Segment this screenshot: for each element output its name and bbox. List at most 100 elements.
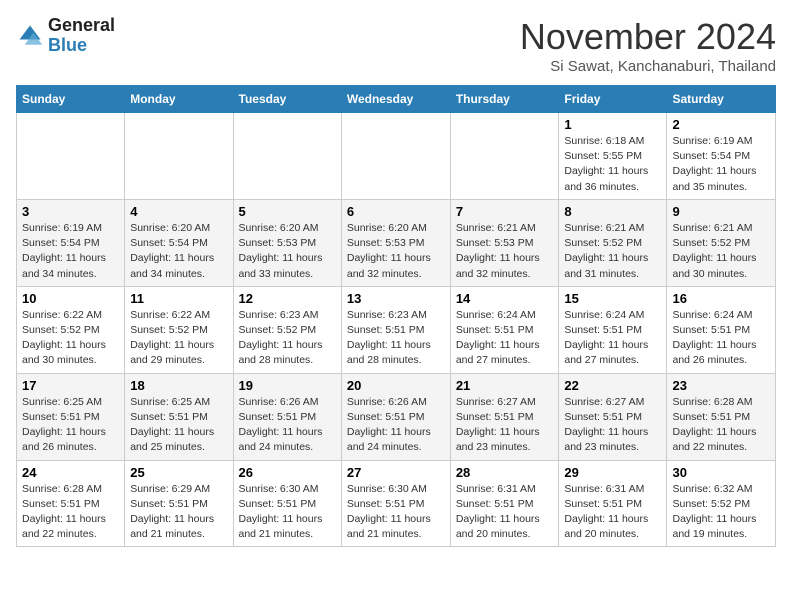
day-detail: Sunrise: 6:30 AM Sunset: 5:51 PM Dayligh…	[347, 482, 445, 543]
location: Si Sawat, Kanchanaburi, Thailand	[520, 58, 776, 75]
day-cell: 1 Sunrise: 6:18 AM Sunset: 5:55 PM Daylig…	[559, 113, 667, 200]
day-detail: Sunrise: 6:25 AM Sunset: 5:51 PM Dayligh…	[130, 395, 227, 456]
day-cell: 19 Sunrise: 6:26 AM Sunset: 5:51 PM Dayli…	[233, 373, 341, 460]
day-cell: 18Sunrise: 6:25 AM Sunset: 5:51 PM Dayli…	[125, 373, 233, 460]
day-number: 4	[130, 204, 227, 219]
day-number: 11	[130, 291, 227, 306]
day-cell: 3 Sunrise: 6:19 AM Sunset: 5:54 PM Daylig…	[17, 199, 125, 286]
day-detail: Sunrise: 6:28 AM Sunset: 5:51 PM Dayligh…	[22, 482, 119, 543]
day-number: 10	[22, 291, 119, 306]
calendar-table: SundayMondayTuesdayWednesdayThursdayFrid…	[16, 85, 776, 547]
day-cell: 16Sunrise: 6:24 AM Sunset: 5:51 PM Dayli…	[667, 286, 776, 373]
logo: General Blue	[16, 16, 115, 56]
day-detail: Sunrise: 6:20 AM Sunset: 5:53 PM Dayligh…	[347, 221, 445, 282]
day-number: 17	[22, 378, 119, 393]
day-cell: 12 Sunrise: 6:23 AM Sunset: 5:52 PM Dayli…	[233, 286, 341, 373]
day-cell	[125, 113, 233, 200]
weekday-header-sunday: Sunday	[17, 86, 125, 113]
day-cell: 22Sunrise: 6:27 AM Sunset: 5:51 PM Dayli…	[559, 373, 667, 460]
day-detail: Sunrise: 6:22 AM Sunset: 5:52 PM Dayligh…	[130, 308, 227, 369]
day-detail: Sunrise: 6:20 AM Sunset: 5:53 PM Dayligh…	[239, 221, 336, 282]
header: General Blue November 2024 Si Sawat, Kan…	[16, 16, 776, 75]
day-cell: 4 Sunrise: 6:20 AM Sunset: 5:54 PM Daylig…	[125, 199, 233, 286]
day-detail: Sunrise: 6:19 AM Sunset: 5:54 PM Dayligh…	[22, 221, 119, 282]
day-number: 1	[564, 117, 661, 132]
day-cell: 26 Sunrise: 6:30 AM Sunset: 5:51 PM Dayli…	[233, 460, 341, 547]
day-number: 19	[239, 378, 336, 393]
weekday-header-friday: Friday	[559, 86, 667, 113]
day-cell: 30 Sunrise: 6:32 AM Sunset: 5:52 PM Dayli…	[667, 460, 776, 547]
day-cell: 27Sunrise: 6:30 AM Sunset: 5:51 PM Dayli…	[341, 460, 450, 547]
weekday-header-thursday: Thursday	[450, 86, 559, 113]
day-detail: Sunrise: 6:30 AM Sunset: 5:51 PM Dayligh…	[239, 482, 336, 543]
day-detail: Sunrise: 6:24 AM Sunset: 5:51 PM Dayligh…	[456, 308, 554, 369]
weekday-header-wednesday: Wednesday	[341, 86, 450, 113]
day-detail: Sunrise: 6:21 AM Sunset: 5:52 PM Dayligh…	[564, 221, 661, 282]
day-detail: Sunrise: 6:21 AM Sunset: 5:52 PM Dayligh…	[672, 221, 770, 282]
day-number: 30	[672, 465, 770, 480]
day-cell: 17Sunrise: 6:25 AM Sunset: 5:51 PM Dayli…	[17, 373, 125, 460]
logo-icon	[16, 22, 44, 50]
day-cell	[341, 113, 450, 200]
day-detail: Sunrise: 6:18 AM Sunset: 5:55 PM Dayligh…	[564, 134, 661, 195]
day-cell: 6 Sunrise: 6:20 AM Sunset: 5:53 PM Daylig…	[341, 199, 450, 286]
weekday-header-saturday: Saturday	[667, 86, 776, 113]
week-row-3: 10 Sunrise: 6:22 AM Sunset: 5:52 PM Dayli…	[17, 286, 776, 373]
day-number: 23	[672, 378, 770, 393]
day-cell: 25Sunrise: 6:29 AM Sunset: 5:51 PM Dayli…	[125, 460, 233, 547]
day-detail: Sunrise: 6:28 AM Sunset: 5:51 PM Dayligh…	[672, 395, 770, 456]
day-number: 6	[347, 204, 445, 219]
day-detail: Sunrise: 6:24 AM Sunset: 5:51 PM Dayligh…	[564, 308, 661, 369]
day-number: 14	[456, 291, 554, 306]
day-detail: Sunrise: 6:24 AM Sunset: 5:51 PM Dayligh…	[672, 308, 770, 369]
day-detail: Sunrise: 6:23 AM Sunset: 5:52 PM Dayligh…	[239, 308, 336, 369]
day-number: 8	[564, 204, 661, 219]
weekday-header-monday: Monday	[125, 86, 233, 113]
month-title: November 2024	[520, 16, 776, 58]
day-cell: 29 Sunrise: 6:31 AM Sunset: 5:51 PM Dayli…	[559, 460, 667, 547]
day-detail: Sunrise: 6:19 AM Sunset: 5:54 PM Dayligh…	[672, 134, 770, 195]
week-row-2: 3 Sunrise: 6:19 AM Sunset: 5:54 PM Daylig…	[17, 199, 776, 286]
day-number: 12	[239, 291, 336, 306]
day-detail: Sunrise: 6:32 AM Sunset: 5:52 PM Dayligh…	[672, 482, 770, 543]
day-cell: 9Sunrise: 6:21 AM Sunset: 5:52 PM Daylig…	[667, 199, 776, 286]
day-number: 13	[347, 291, 445, 306]
day-cell: 15 Sunrise: 6:24 AM Sunset: 5:51 PM Dayli…	[559, 286, 667, 373]
day-cell: 20Sunrise: 6:26 AM Sunset: 5:51 PM Dayli…	[341, 373, 450, 460]
day-cell: 5 Sunrise: 6:20 AM Sunset: 5:53 PM Daylig…	[233, 199, 341, 286]
day-number: 15	[564, 291, 661, 306]
day-number: 22	[564, 378, 661, 393]
day-detail: Sunrise: 6:26 AM Sunset: 5:51 PM Dayligh…	[239, 395, 336, 456]
day-cell: 28Sunrise: 6:31 AM Sunset: 5:51 PM Dayli…	[450, 460, 559, 547]
day-number: 29	[564, 465, 661, 480]
week-row-5: 24 Sunrise: 6:28 AM Sunset: 5:51 PM Dayli…	[17, 460, 776, 547]
day-number: 25	[130, 465, 227, 480]
week-row-1: 1 Sunrise: 6:18 AM Sunset: 5:55 PM Daylig…	[17, 113, 776, 200]
weekday-header-row: SundayMondayTuesdayWednesdayThursdayFrid…	[17, 86, 776, 113]
day-detail: Sunrise: 6:23 AM Sunset: 5:51 PM Dayligh…	[347, 308, 445, 369]
day-cell: 8 Sunrise: 6:21 AM Sunset: 5:52 PM Daylig…	[559, 199, 667, 286]
day-cell: 13 Sunrise: 6:23 AM Sunset: 5:51 PM Dayli…	[341, 286, 450, 373]
day-cell: 14 Sunrise: 6:24 AM Sunset: 5:51 PM Dayli…	[450, 286, 559, 373]
day-number: 28	[456, 465, 554, 480]
day-cell: 24 Sunrise: 6:28 AM Sunset: 5:51 PM Dayli…	[17, 460, 125, 547]
day-number: 5	[239, 204, 336, 219]
day-cell	[17, 113, 125, 200]
day-cell: 23 Sunrise: 6:28 AM Sunset: 5:51 PM Dayli…	[667, 373, 776, 460]
day-detail: Sunrise: 6:26 AM Sunset: 5:51 PM Dayligh…	[347, 395, 445, 456]
day-number: 3	[22, 204, 119, 219]
week-row-4: 17 Sunrise: 6:25 AM Sunset: 5:51 PM Dayli…	[17, 373, 776, 460]
weekday-header-tuesday: Tuesday	[233, 86, 341, 113]
day-cell	[450, 113, 559, 200]
day-detail: Sunrise: 6:31 AM Sunset: 5:51 PM Dayligh…	[564, 482, 661, 543]
day-number: 21	[456, 378, 554, 393]
day-number: 26	[239, 465, 336, 480]
day-detail: Sunrise: 6:21 AM Sunset: 5:53 PM Dayligh…	[456, 221, 554, 282]
day-cell: 10 Sunrise: 6:22 AM Sunset: 5:52 PM Dayli…	[17, 286, 125, 373]
day-number: 24	[22, 465, 119, 480]
day-detail: Sunrise: 6:20 AM Sunset: 5:54 PM Dayligh…	[130, 221, 227, 282]
day-cell: 7Sunrise: 6:21 AM Sunset: 5:53 PM Daylig…	[450, 199, 559, 286]
logo-line1: General	[48, 16, 115, 36]
day-detail: Sunrise: 6:22 AM Sunset: 5:52 PM Dayligh…	[22, 308, 119, 369]
day-cell: 11 Sunrise: 6:22 AM Sunset: 5:52 PM Dayli…	[125, 286, 233, 373]
